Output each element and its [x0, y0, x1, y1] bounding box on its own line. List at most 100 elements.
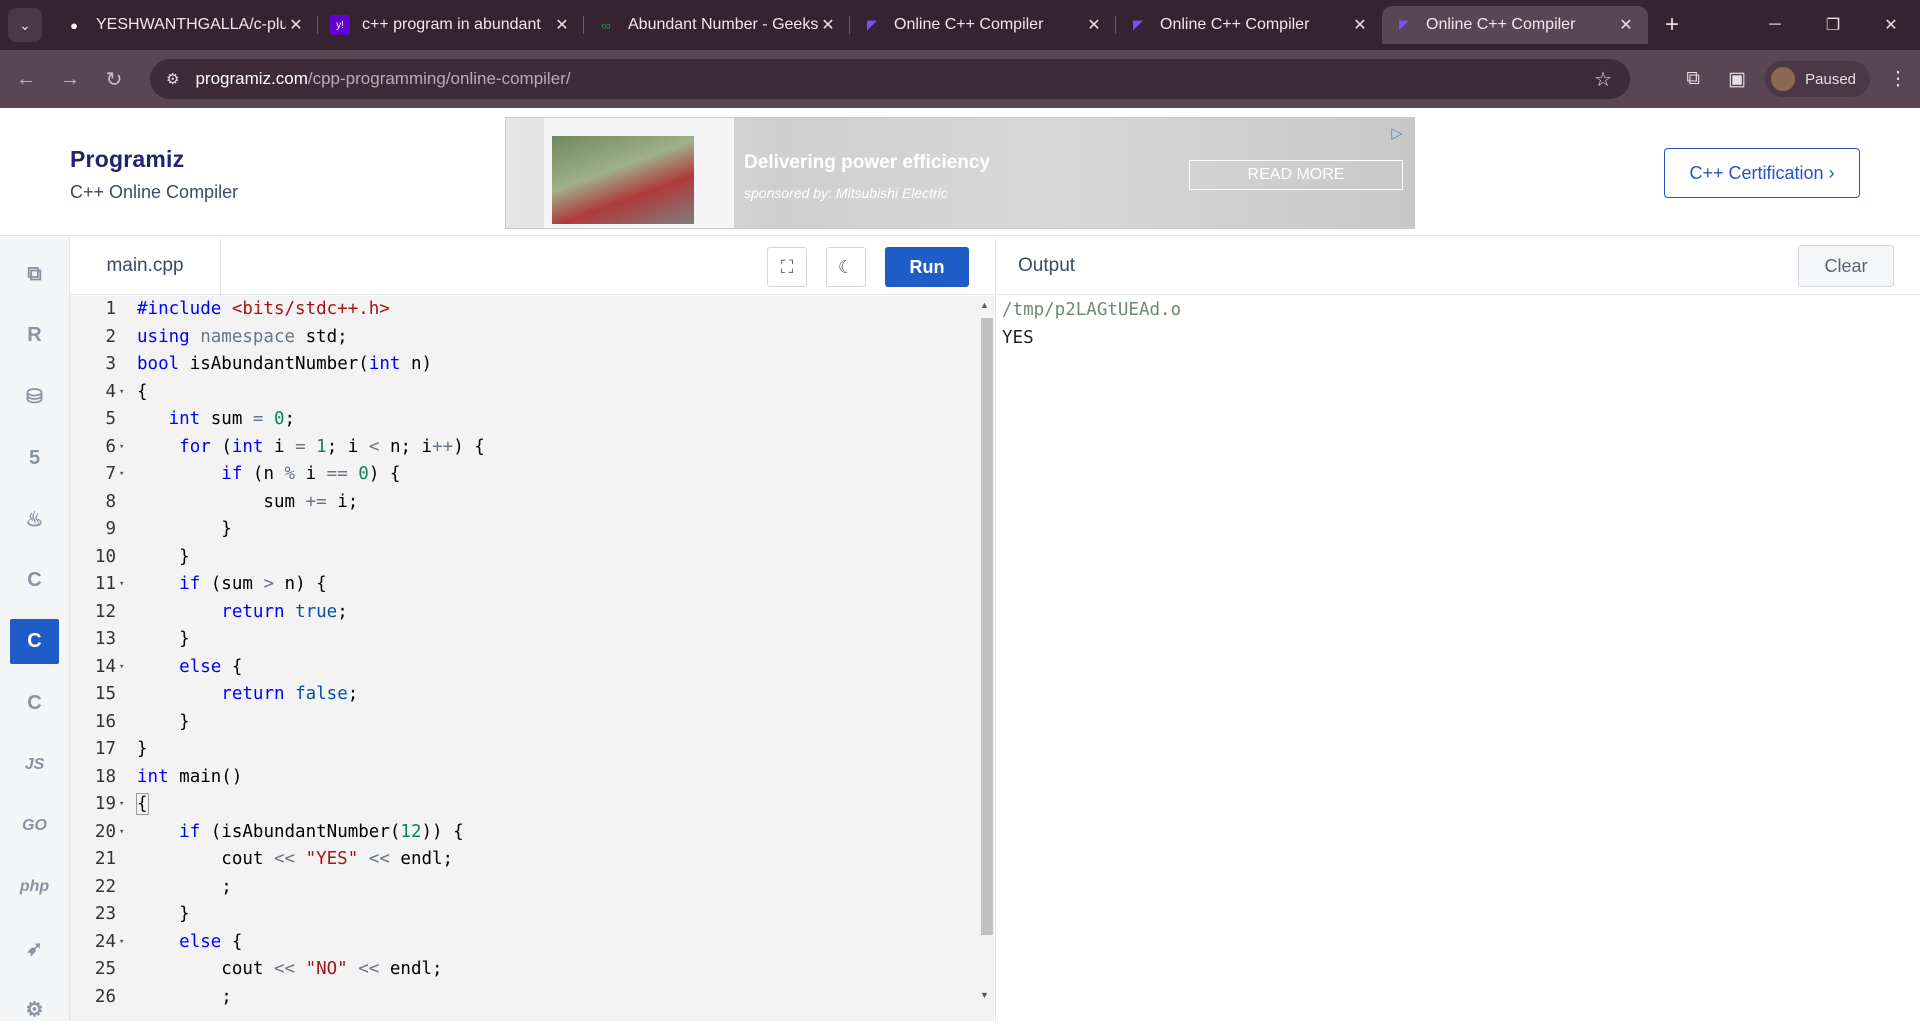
code-line[interactable]: ;: [137, 874, 485, 902]
menu-kebab-icon[interactable]: ⋮: [1876, 59, 1920, 99]
fold-arrow-icon[interactable]: ▾: [119, 819, 124, 847]
profile-button[interactable]: Paused: [1765, 61, 1870, 97]
close-window-icon[interactable]: ✕: [1862, 0, 1920, 50]
code-line[interactable]: {: [137, 379, 485, 407]
code-token: ) {: [368, 464, 401, 484]
code-line[interactable]: }: [137, 516, 485, 544]
scroll-down-arrow-icon[interactable]: ▼: [980, 990, 989, 1000]
code-line[interactable]: if (isAbundantNumber(12)) {: [137, 819, 485, 847]
code-line[interactable]: return true;: [137, 599, 485, 627]
code-line[interactable]: else {: [137, 929, 485, 957]
code-line[interactable]: }: [137, 626, 485, 654]
sql-database-icon[interactable]: ⛁: [10, 374, 59, 419]
fold-arrow-icon[interactable]: ▾: [119, 461, 124, 489]
code-line[interactable]: using namespace std;: [137, 324, 485, 352]
code-token: ; i: [326, 436, 369, 457]
minimize-icon[interactable]: ─: [1746, 0, 1804, 50]
code-line[interactable]: if (sum > n) {: [137, 571, 485, 599]
bookmark-star-icon[interactable]: ☆: [1594, 67, 1612, 92]
code-line[interactable]: }: [137, 544, 485, 572]
tab-title: YESHWANTHGALLA/c-plus: [96, 16, 286, 33]
rail-item-php[interactable]: php: [10, 864, 59, 909]
file-tab-main-cpp[interactable]: main.cpp: [70, 237, 221, 295]
code-line[interactable]: }: [137, 736, 485, 764]
ad-read-more-button[interactable]: READ MORE: [1189, 160, 1403, 190]
browser-tab[interactable]: ◤ Online C++ Compiler ✕: [1116, 6, 1382, 44]
code-line[interactable]: if (n % i == 0) {: [137, 461, 485, 489]
address-bar[interactable]: ⚙ programiz.com/cpp-programming/online-c…: [150, 59, 1630, 99]
browser-tab[interactable]: ∞ Abundant Number - Geeks ✕: [584, 6, 850, 44]
r-icon[interactable]: R: [10, 313, 59, 358]
fold-arrow-icon[interactable]: ▾: [119, 791, 124, 819]
close-tab-icon[interactable]: ✕: [818, 15, 838, 35]
python-icon[interactable]: ⧉: [10, 252, 59, 297]
code-line[interactable]: int main(): [137, 764, 485, 792]
cpp-certification-button[interactable]: C++ Certification ›: [1664, 148, 1860, 198]
code-line[interactable]: else {: [137, 654, 485, 682]
fold-arrow-icon[interactable]: ▾: [119, 654, 124, 682]
clear-output-button[interactable]: Clear: [1798, 245, 1894, 287]
browser-tab[interactable]: y! c++ program in abundant ✕: [318, 6, 584, 44]
forward-icon[interactable]: →: [52, 61, 88, 97]
browser-tab[interactable]: ◤ Online C++ Compiler ✕: [850, 6, 1116, 44]
code-line[interactable]: bool isAbundantNumber(int n): [137, 351, 485, 379]
new-tab-plus-icon[interactable]: +: [1654, 6, 1690, 44]
fold-arrow-icon[interactable]: ▾: [119, 434, 124, 462]
code-line[interactable]: cout << "NO" << endl;: [137, 956, 485, 984]
browser-tab[interactable]: ● YESHWANTHGALLA/c-plus ✕: [52, 6, 318, 44]
scrollbar-thumb[interactable]: [981, 318, 993, 935]
code-line[interactable]: int sum = 0;: [137, 406, 485, 434]
fullscreen-icon[interactable]: ⛶: [767, 247, 807, 287]
java-icon[interactable]: ♨: [10, 497, 59, 542]
line-number: 18: [94, 766, 116, 787]
ad-choices-icon[interactable]: ▷: [1386, 122, 1408, 144]
rust-icon[interactable]: ⚙: [10, 987, 59, 1032]
side-panel-icon[interactable]: ▣: [1715, 59, 1759, 99]
code-line[interactable]: return false;: [137, 681, 485, 709]
code-line[interactable]: }: [137, 901, 485, 929]
rail-item-js[interactable]: JS: [10, 742, 59, 787]
close-tab-icon[interactable]: ✕: [1084, 15, 1104, 35]
csharp-icon[interactable]: C: [10, 681, 59, 726]
code-line[interactable]: ;: [137, 984, 485, 1012]
code-line[interactable]: #include <bits/stdc++.h>: [137, 296, 485, 324]
code-line[interactable]: }: [137, 709, 485, 737]
extensions-icon[interactable]: ⧉: [1671, 59, 1715, 99]
fold-arrow-icon[interactable]: ▾: [119, 929, 124, 957]
html5-icon[interactable]: 5: [10, 436, 59, 481]
close-tab-icon[interactable]: ✕: [286, 15, 306, 35]
code-token: ==: [326, 464, 359, 484]
c-icon[interactable]: C: [10, 558, 59, 603]
browser-tab[interactable]: ◤ Online C++ Compiler ✕: [1382, 6, 1648, 44]
code-token: std;: [305, 326, 348, 347]
editor-scrollbar[interactable]: ▲ ▼: [976, 296, 994, 1021]
code-line[interactable]: sum += i;: [137, 489, 485, 517]
code-content[interactable]: #include <bits/stdc++.h> using namespace …: [136, 296, 485, 1012]
close-tab-icon[interactable]: ✕: [1350, 15, 1370, 35]
scroll-up-arrow-icon[interactable]: ▲: [980, 300, 989, 310]
advertisement-banner[interactable]: Delivering power efficiency sponsored by…: [505, 117, 1415, 229]
close-tab-icon[interactable]: ✕: [552, 15, 572, 35]
programiz-logo[interactable]: Programiz: [70, 146, 184, 173]
cpp-icon[interactable]: C: [10, 619, 59, 664]
code-line[interactable]: cout << "YES" << endl;: [137, 846, 485, 874]
code-line[interactable]: for (int i = 1; i < n; i++) {: [137, 434, 485, 462]
code-line[interactable]: {: [136, 791, 485, 819]
fold-arrow-icon[interactable]: ▾: [119, 571, 124, 599]
code-editor[interactable]: 1 2 3 4 ▾ 5 6 ▾ 7 ▾ 8 9 10 11 ▾ 12 13 14 ▾ 15 16 17 18 19 ▾ 20 ▾ 21…: [70, 296, 994, 1021]
code-token: endl;: [389, 959, 443, 979]
tab-search-chevron-icon[interactable]: ⌄: [8, 8, 42, 42]
site-info-icon[interactable]: ⚙: [166, 70, 179, 88]
swift-icon[interactable]: ➶: [10, 926, 59, 971]
restore-icon[interactable]: ❐: [1804, 0, 1862, 50]
rail-item-go[interactable]: GO: [10, 803, 59, 848]
close-tab-icon[interactable]: ✕: [1616, 15, 1636, 35]
code-token: int: [231, 436, 275, 457]
reload-icon[interactable]: ↻: [96, 61, 132, 97]
fold-arrow-icon[interactable]: ▾: [119, 379, 124, 407]
back-icon[interactable]: ←: [8, 61, 44, 97]
run-button[interactable]: Run: [885, 247, 969, 287]
dark-mode-moon-icon[interactable]: ☾: [826, 247, 866, 287]
